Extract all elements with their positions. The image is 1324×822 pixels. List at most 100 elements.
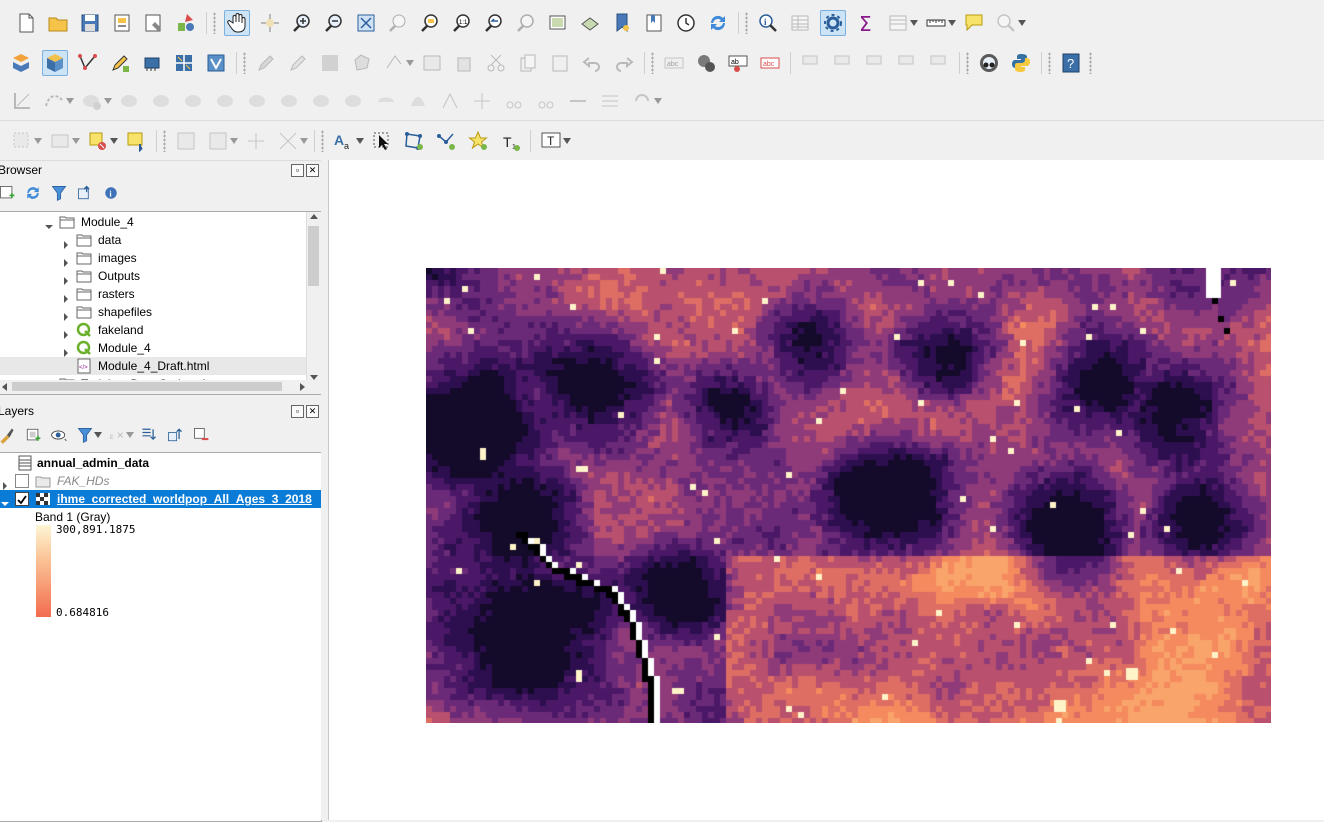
python-console-icon[interactable] [1009,51,1033,75]
digitize-vertex-icon[interactable] [76,51,100,75]
offset-point-symbols-icon[interactable] [470,89,494,113]
label-pin-icon[interactable]: ab [726,51,750,75]
expand-all-icon[interactable] [139,425,159,445]
line-annotation-icon[interactable] [434,129,458,153]
show-hide-labels-icon[interactable] [831,51,855,75]
statistical-summary-icon[interactable]: Σ [854,11,878,35]
identify-features-icon[interactable]: i [756,11,780,35]
vector-check-icon[interactable] [204,51,228,75]
chevron-down-icon[interactable] [654,98,662,104]
trim-extend-icon[interactable] [502,89,526,113]
offset-curve-icon[interactable] [278,89,302,113]
help-icon[interactable]: ? [1059,51,1083,75]
locator-search-icon[interactable] [994,11,1018,35]
add-ring-icon[interactable] [80,89,104,113]
pan-to-selection-icon[interactable] [258,11,282,35]
new-project-icon[interactable] [14,11,38,35]
style-manager-icon[interactable] [174,11,198,35]
manage-map-themes-icon[interactable] [49,425,69,445]
delete-ring-icon[interactable] [182,89,206,113]
add-curve-icon[interactable] [42,89,66,113]
collapse-all-icon[interactable] [75,183,95,203]
browser-item[interactable]: Module_4 [0,339,307,357]
browser-item[interactable]: </> Module_4_Draft.html [0,357,307,375]
filter-browser-icon[interactable] [49,183,69,203]
zoom-full-icon[interactable] [354,11,378,35]
split-parts-icon[interactable] [342,89,366,113]
reshape-features-icon[interactable] [246,89,270,113]
raster-grid-icon[interactable] [172,51,196,75]
add-polygon-icon[interactable] [350,51,374,75]
label-toolbar-icon[interactable]: abc [662,51,686,75]
deselect-features-icon[interactable] [86,129,110,153]
save-project-icon[interactable] [78,11,102,35]
vertex-tool-icon[interactable] [382,51,406,75]
text-annotation-icon[interactable]: Aa [332,129,356,153]
redo-icon[interactable] [612,51,636,75]
zoom-next-icon[interactable] [514,11,538,35]
map-tips-icon[interactable] [962,11,986,35]
gps-device-icon[interactable] [140,51,164,75]
collapse-all-layers-icon[interactable] [165,425,185,445]
layout-manager-icon[interactable] [142,11,166,35]
new-bookmark-icon[interactable] [610,11,634,35]
polygon-annotation-icon[interactable] [402,129,426,153]
remove-layer-icon[interactable] [191,425,211,445]
browser-item[interactable]: Module_4 [0,213,307,231]
browser-item[interactable]: fakeland [0,321,307,339]
current-edits-icon[interactable] [254,51,278,75]
select-features-icon[interactable] [10,129,34,153]
layer-visibility-checkbox[interactable] [15,474,29,488]
add-part-icon[interactable] [118,89,142,113]
save-edits-icon[interactable] [318,51,342,75]
chevron-down-icon[interactable] [126,432,134,438]
attribute-table-dropdown-icon[interactable] [886,11,910,35]
expand-arrow-icon[interactable] [62,308,70,321]
zoom-last-icon[interactable] [482,11,506,35]
browser-item[interactable]: data [0,231,307,249]
layer-style-icon[interactable] [276,129,300,153]
refresh-icon[interactable] [706,11,730,35]
scissors-split-icon[interactable] [534,89,558,113]
add-selected-layers-icon[interactable] [0,183,17,203]
layer-visibility-checkbox[interactable] [15,492,29,506]
label-highlight-icon[interactable]: abc [758,51,782,75]
chevron-down-icon[interactable] [356,137,364,144]
float-panel-icon[interactable]: ▫ [291,164,304,177]
merge-features-icon[interactable] [374,89,398,113]
browser-vertical-scrollbar[interactable] [306,212,321,382]
browser-item[interactable]: shapefiles [0,303,307,321]
expand-arrow-icon[interactable] [62,326,70,339]
point-text-annotation-icon[interactable]: T1 [498,129,522,153]
pan-map-icon[interactable] [224,10,250,36]
move-label-icon[interactable] [799,51,823,75]
float-panel-icon[interactable]: ▫ [291,405,304,418]
rotate-feature-icon[interactable] [630,89,654,113]
attribute-form-icon[interactable] [206,129,230,153]
aggregate-icon[interactable] [244,129,268,153]
delete-selected-icon[interactable] [452,51,476,75]
show-bookmarks-icon[interactable] [642,11,666,35]
zoom-to-selection-icon[interactable] [386,11,410,35]
chevron-down-icon[interactable] [910,20,918,26]
field-calculator-icon[interactable] [174,129,198,153]
chevron-down-icon[interactable] [300,137,308,144]
advanced-digitizing-icon[interactable] [10,89,34,113]
collapse-arrow-icon[interactable] [1,495,9,506]
chevron-down-icon[interactable] [34,137,42,144]
layer-item-ihme-worldpop[interactable]: ihme_corrected_worldpop_All_Ages_3_2018 [0,490,321,508]
chevron-down-icon[interactable] [948,20,956,26]
properties-info-icon[interactable]: i [101,183,121,203]
chevron-down-icon[interactable] [1018,20,1026,26]
browser-item[interactable]: images [0,249,307,267]
select-by-value-icon[interactable] [48,129,72,153]
delete-part-icon[interactable] [214,89,238,113]
toggle-editing-icon[interactable] [286,51,310,75]
marker-annotation-icon[interactable] [466,129,490,153]
reverse-line-icon[interactable] [566,89,590,113]
expand-arrow-icon[interactable] [62,236,70,249]
data-source-manager-icon[interactable] [10,51,34,75]
filter-by-expression-icon[interactable]: ε [107,425,127,445]
plugin-hub-icon[interactable] [977,51,1001,75]
chevron-down-icon[interactable] [72,137,80,144]
